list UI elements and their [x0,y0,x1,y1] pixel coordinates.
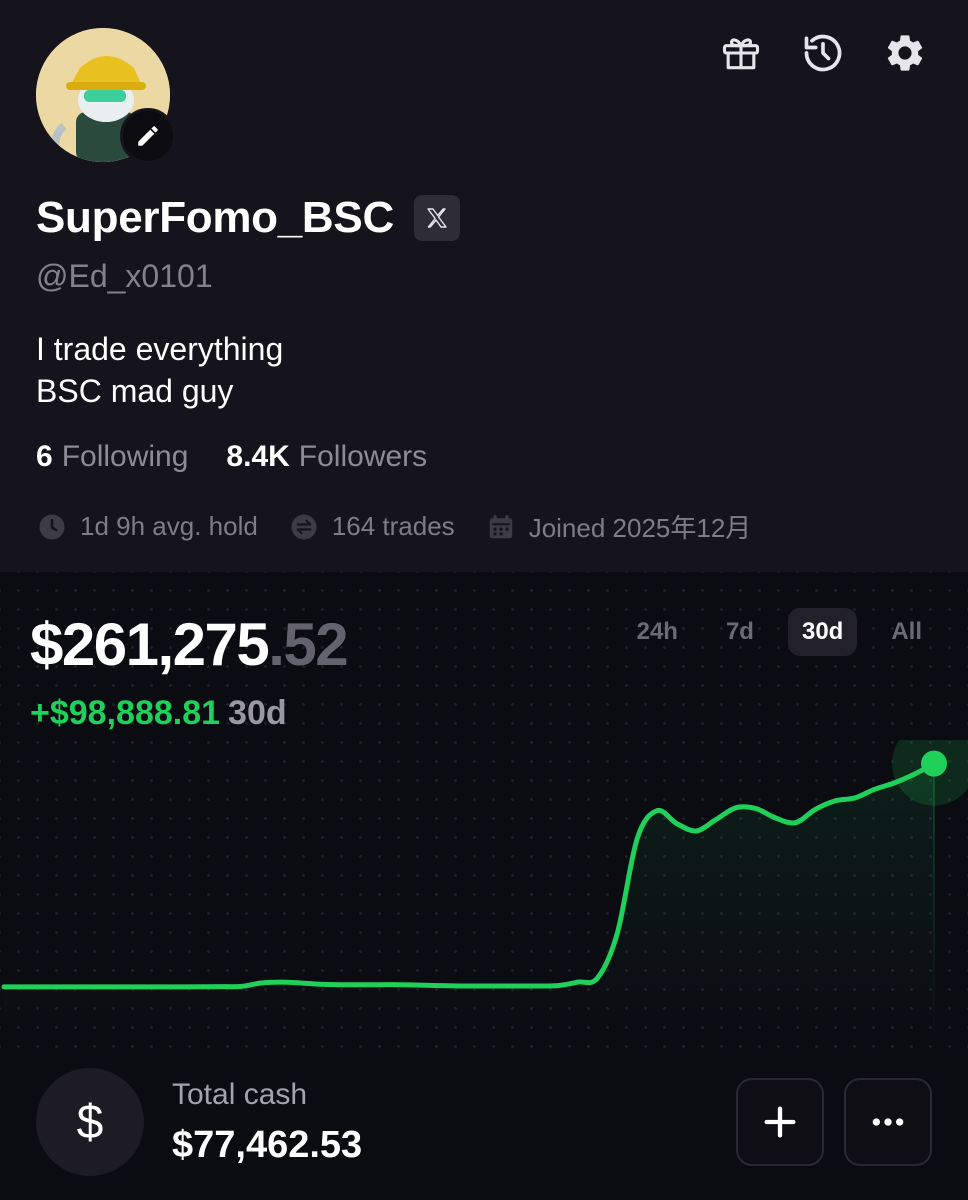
chart-endpoint-marker[interactable] [921,750,947,777]
avg-hold-text: 1d 9h avg. hold [80,511,258,541]
followers-label: Followers [298,440,428,473]
x-link-button[interactable] [413,195,460,241]
x-logo-icon [427,208,447,228]
name-row: SuperFomo_BSC [36,193,460,243]
bio-line: I trade everything [36,331,284,367]
pnl-period: 30d [228,694,287,732]
profile-header: SuperFomo_BSC @Ed_x0101 I trade everythi… [0,0,968,572]
trade-count-text: 164 trades [331,511,455,541]
joined-date: Joined 2025年12月 [485,508,752,545]
followers-link[interactable]: 8.4K Followers [226,440,427,474]
pnl-value: +$98,888.81 [30,694,221,732]
range-tab-30d[interactable]: 30d [787,608,858,656]
history-icon [804,34,842,72]
following-label: Following [61,440,189,473]
pencil-icon [138,126,158,146]
display-name: SuperFomo_BSC [36,193,394,242]
avg-hold: 1d 9h avg. hold [36,511,258,543]
dollar-icon: $ [36,1068,144,1176]
total-cash-value: $77,462.53 [172,1124,363,1166]
range-tab-all[interactable]: All [877,608,936,656]
cash-footer: $ Total cash $77,462.53 [0,1050,968,1200]
time-range-selector: 24h 7d 30d All [623,608,936,656]
gift-icon [722,38,760,70]
swap-icon [291,514,317,539]
bio-line: BSC mad guy [36,373,234,409]
gift-button[interactable] [718,30,764,76]
more-options-button[interactable] [844,1078,932,1166]
trader-meta: 1d 9h avg. hold 164 trades Joined 2025年1… [36,508,751,545]
gear-icon [887,35,923,71]
range-tab-24h[interactable]: 24h [623,608,692,656]
history-button[interactable] [800,30,846,76]
plus-icon [764,1106,796,1138]
user-handle: @Ed_x0101 [36,258,213,294]
total-cash-label: Total cash [172,1078,308,1111]
add-funds-button[interactable] [736,1078,824,1166]
bio: I trade everything BSC mad guy [36,328,283,412]
chart-area-fill [4,763,934,1040]
balance-cents: .52 [268,611,348,678]
range-tab-7d[interactable]: 7d [712,608,768,656]
balance-whole: $261,275 [30,611,270,678]
edit-avatar-button[interactable] [120,108,176,164]
following-link[interactable]: 6 Following [36,440,188,474]
settings-button[interactable] [882,30,928,76]
clock-icon [39,514,65,539]
portfolio-balance: $261,275.52 [30,610,349,679]
calendar-icon [489,514,512,538]
pnl-change: +$98,888.81 30d [30,694,287,733]
following-count: 6 [36,440,53,473]
followers-count: 8.4K [226,440,290,473]
more-icon [872,1118,904,1126]
portfolio-chart [1,740,968,1040]
joined-text: Joined 2025年12月 [528,513,752,543]
trade-count: 164 trades [288,511,455,543]
header-actions [718,30,928,76]
follow-stats: 6 Following 8.4K Followers [36,440,427,474]
